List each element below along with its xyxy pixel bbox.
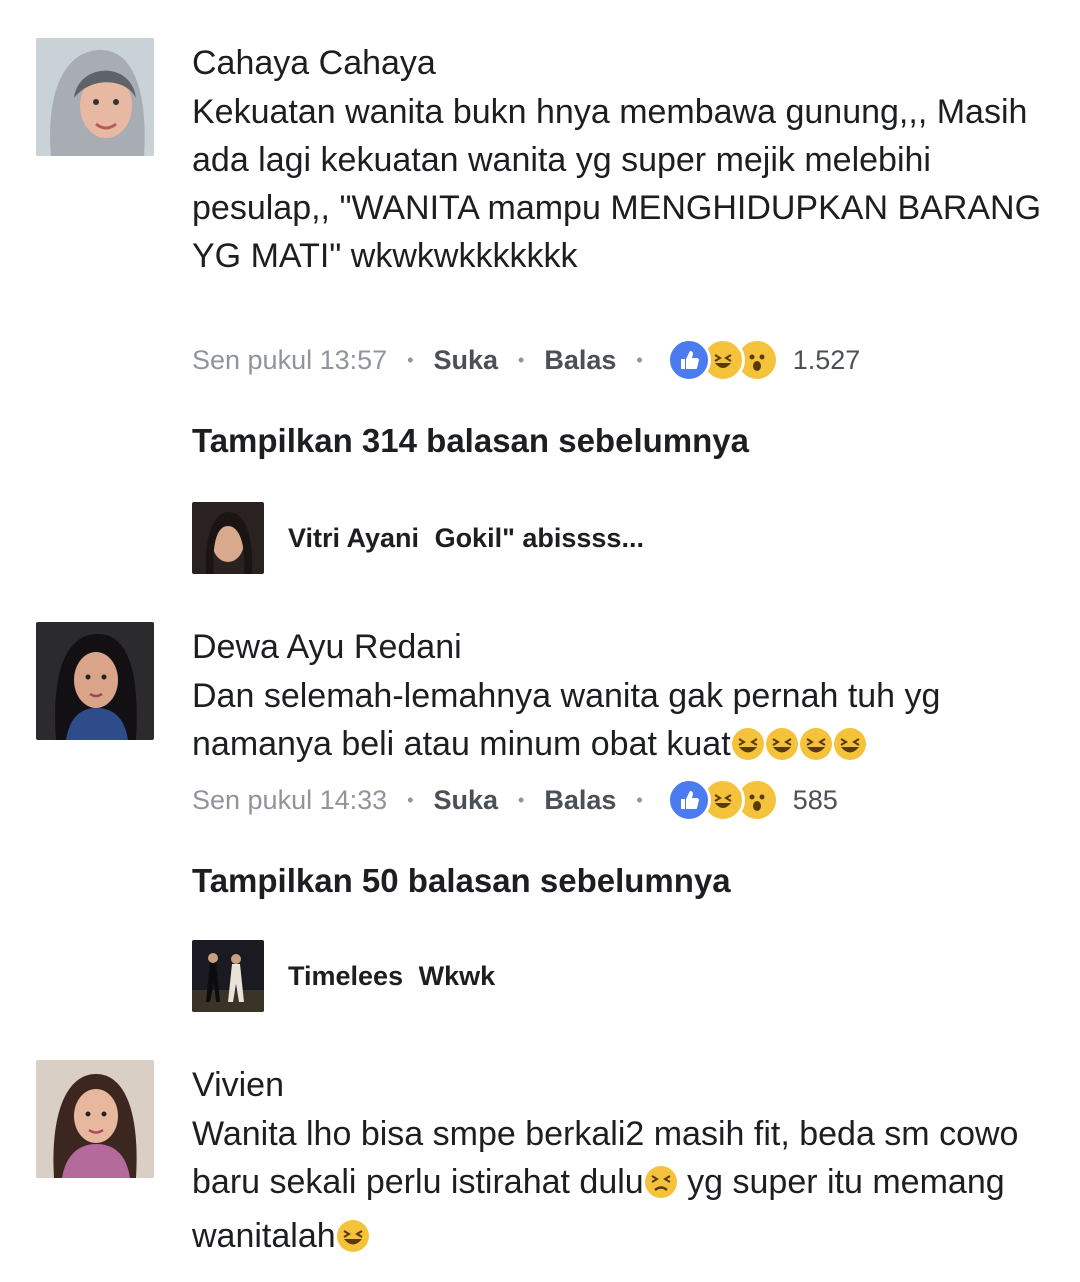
laughing-emoji (833, 726, 867, 774)
show-previous-replies-link[interactable]: Tampilkan 314 balasan sebelumnya (192, 422, 749, 460)
show-previous-replies-link[interactable]: Tampilkan 50 balasan sebelumnya (192, 862, 731, 900)
tired-emoji (644, 1164, 678, 1212)
separator-dot: • (407, 349, 414, 370)
reply-preview[interactable]: Timelees Wkwk (192, 940, 495, 1012)
separator-dot: • (518, 789, 525, 810)
reply-button[interactable]: Balas (544, 345, 616, 376)
comment-text: Dan selemah-lemahnya wanita gak pernah t… (192, 672, 1052, 774)
like-button[interactable]: Suka (433, 345, 498, 376)
like-icon (666, 338, 711, 382)
like-button[interactable]: Suka (433, 785, 498, 816)
comment-meta: Sen pukul 13:57 • Suka • Balas • 1.527 (192, 338, 860, 382)
reaction-count[interactable]: 585 (793, 785, 838, 816)
separator-dot: • (636, 349, 643, 370)
reaction-summary[interactable] (666, 778, 779, 822)
avatar[interactable] (36, 622, 154, 740)
avatar[interactable] (36, 38, 154, 156)
reply-button[interactable]: Balas (544, 785, 616, 816)
reply-preview[interactable]: Vitri Ayani Gokil" abissss... (192, 502, 644, 574)
timestamp[interactable]: Sen pukul 14:33 (192, 785, 387, 816)
comment-meta: Sen pukul 14:33 • Suka • Balas • 585 (192, 778, 838, 822)
commenter-name[interactable]: Vivien (192, 1066, 284, 1105)
commenter-name[interactable]: Cahaya Cahaya (192, 44, 436, 83)
reaction-count[interactable]: 1.527 (793, 345, 861, 376)
reply-preview-text: Timelees Wkwk (288, 961, 495, 992)
reply-preview-text: Vitri Ayani Gokil" abissss... (288, 523, 644, 554)
reply-author-name[interactable]: Timelees (288, 961, 403, 991)
comment-text: Kekuatan wanita bukn hnya membawa gunung… (192, 93, 1042, 275)
laughing-emoji (731, 726, 765, 774)
avatar[interactable] (192, 940, 264, 1012)
separator-dot: • (636, 789, 643, 810)
laughing-emoji (799, 726, 833, 774)
reply-author-name[interactable]: Vitri Ayani (288, 523, 419, 553)
avatar[interactable] (36, 1060, 154, 1178)
commenter-name[interactable]: Dewa Ayu Redani (192, 628, 462, 667)
laughing-emoji (765, 726, 799, 774)
separator-dot: • (518, 349, 525, 370)
avatar[interactable] (192, 502, 264, 574)
like-icon (666, 778, 711, 822)
reply-snippet: Gokil" abissss... (434, 522, 644, 553)
reaction-summary[interactable] (666, 338, 779, 382)
separator-dot: • (407, 789, 414, 810)
reply-snippet: Wkwk (418, 960, 496, 991)
laughing-emoji (336, 1218, 370, 1266)
comment-text: Wanita lho bisa smpe berkali2 masih fit,… (192, 1110, 1052, 1266)
timestamp[interactable]: Sen pukul 13:57 (192, 345, 387, 376)
